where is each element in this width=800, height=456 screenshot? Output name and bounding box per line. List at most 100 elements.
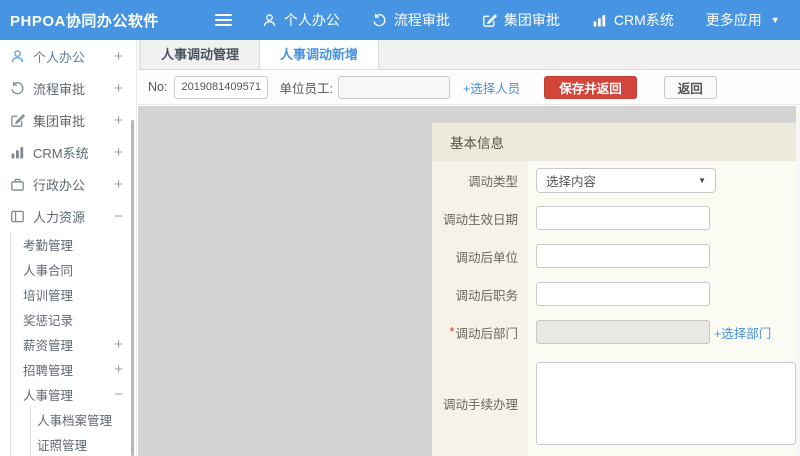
collapse-icon[interactable]: −	[114, 387, 123, 402]
sidebar-item-personal-office[interactable]: 个人办公 +	[0, 40, 136, 72]
nav-group-approval[interactable]: 集团审批	[482, 10, 560, 30]
sidebar-item-label: 集团审批	[33, 111, 85, 130]
select-department-link[interactable]: +选择部门	[714, 323, 771, 342]
edit-square-icon	[482, 13, 497, 28]
app-window: PHPOA协同办公软件 个人办公 流程审批 集团审批 CRM系统 更多应用 ▼	[0, 0, 800, 456]
select-person-link[interactable]: +选择人员	[463, 78, 520, 97]
position-label: 调动后职务	[432, 275, 528, 313]
top-nav-menu: 个人办公 流程审批 集团审批 CRM系统 更多应用 ▼	[262, 10, 780, 30]
type-label: 调动类型	[432, 161, 528, 199]
nav-label: 个人办公	[284, 10, 340, 30]
edit-square-icon	[10, 113, 25, 128]
sidebar-item-label: 培训管理	[23, 285, 73, 304]
sidebar-item-certificates[interactable]: 证照管理	[31, 432, 136, 456]
sidebar: 个人办公 + 流程审批 + 集团审批 + CRM系统 + 行政办公 + 人力资源…	[0, 40, 137, 456]
sidebar-item-salary[interactable]: 薪资管理 +	[11, 332, 136, 357]
new-department-input	[536, 320, 710, 344]
sidebar-item-label: 人事合同	[23, 260, 73, 279]
toolbar: No: 单位员工: +选择人员 保存并返回 返回	[138, 70, 800, 105]
nav-label: 更多应用	[706, 10, 762, 30]
transfer-type-select[interactable]: 选择内容 ▼	[536, 168, 716, 193]
section-title: 基本信息	[432, 123, 796, 161]
top-navbar: PHPOA协同办公软件 个人办公 流程审批 集团审批 CRM系统 更多应用 ▼	[0, 0, 800, 40]
sidebar-item-label: 证照管理	[37, 435, 87, 454]
form-row-position: 调动后职务	[432, 275, 796, 313]
form-row-procedure: 调动手续办理	[432, 351, 796, 456]
nav-label: 集团审批	[504, 10, 560, 30]
employee-input[interactable]	[338, 76, 450, 99]
sidebar-item-attendance[interactable]: 考勤管理	[11, 232, 136, 257]
new-unit-input[interactable]	[536, 244, 710, 268]
unit-label: 调动后单位	[432, 237, 528, 275]
no-input[interactable]	[174, 76, 268, 99]
tab-bar: 人事调动管理 人事调动新增	[138, 40, 800, 70]
procedure-label: 调动手续办理	[432, 351, 528, 456]
sidebar-item-personnel-mgmt[interactable]: 人事管理 −	[11, 382, 136, 407]
expand-icon[interactable]: +	[114, 337, 123, 352]
nav-label: 流程审批	[394, 10, 450, 30]
sidebar-item-label: CRM系统	[33, 143, 89, 162]
sidebar-item-personnel-files[interactable]: 人事档案管理	[31, 407, 136, 432]
required-mark: *	[450, 325, 455, 339]
sidebar-item-training[interactable]: 培训管理	[11, 282, 136, 307]
sidebar-item-admin-office[interactable]: 行政办公 +	[0, 168, 136, 200]
content-area: 基本信息 调动类型 选择内容 ▼ 调动生效日期 调动后单位	[138, 106, 800, 456]
sidebar-item-crm[interactable]: CRM系统 +	[0, 136, 136, 168]
form-panel: 基本信息 调动类型 选择内容 ▼ 调动生效日期 调动后单位	[432, 123, 796, 456]
expand-icon[interactable]: +	[114, 145, 123, 160]
expand-icon[interactable]: +	[114, 362, 123, 377]
tab-transfer-management[interactable]: 人事调动管理	[140, 40, 260, 69]
sidebar-item-label: 行政办公	[33, 175, 85, 194]
procedure-textarea[interactable]	[536, 362, 796, 445]
sidebar-item-label: 薪资管理	[23, 335, 73, 354]
sidebar-item-process-approval[interactable]: 流程审批 +	[0, 72, 136, 104]
collapse-icon[interactable]: −	[114, 209, 123, 224]
sidebar-item-label: 流程审批	[33, 79, 85, 98]
user-icon	[262, 13, 277, 28]
expand-icon[interactable]: +	[114, 49, 123, 64]
department-label: 调动后部门	[455, 323, 518, 342]
nav-more-apps[interactable]: 更多应用 ▼	[706, 10, 780, 30]
select-value: 选择内容	[546, 171, 596, 190]
sidebar-item-label: 考勤管理	[23, 235, 73, 254]
caret-down-icon: ▼	[771, 15, 780, 25]
briefcase-icon	[10, 177, 25, 192]
sidebar-item-label: 人事档案管理	[37, 410, 112, 429]
app-logo: PHPOA协同办公软件	[10, 10, 159, 31]
nav-process-approval[interactable]: 流程审批	[372, 10, 450, 30]
sidebar-item-label: 招聘管理	[23, 360, 73, 379]
nav-crm-system[interactable]: CRM系统	[592, 10, 674, 30]
form-row-type: 调动类型 选择内容 ▼	[432, 161, 796, 199]
nav-label: CRM系统	[614, 10, 674, 30]
sidebar-item-label: 人力资源	[33, 207, 85, 226]
user-icon	[10, 49, 25, 64]
hamburger-icon[interactable]	[215, 14, 232, 26]
form-row-unit: 调动后单位	[432, 237, 796, 275]
expand-icon[interactable]: +	[114, 177, 123, 192]
nav-personal-office[interactable]: 个人办公	[262, 10, 340, 30]
save-and-return-button[interactable]: 保存并返回	[544, 76, 637, 99]
main-area: 人事调动管理 人事调动新增 No: 单位员工: +选择人员 保存并返回 返回 基…	[138, 40, 800, 456]
sidebar-item-recruitment[interactable]: 招聘管理 +	[11, 357, 136, 382]
expand-icon[interactable]: +	[114, 81, 123, 96]
page-scrollbar-track	[796, 106, 800, 456]
sidebar-item-label: 人事管理	[23, 385, 73, 404]
effective-date-input[interactable]	[536, 206, 710, 230]
sidebar-item-rewards[interactable]: 奖惩记录	[11, 307, 136, 332]
no-label: No:	[148, 80, 167, 94]
bar-chart-icon	[10, 145, 25, 160]
back-button[interactable]: 返回	[664, 76, 717, 99]
form-row-department: * 调动后部门 +选择部门	[432, 313, 796, 351]
expand-icon[interactable]: +	[114, 113, 123, 128]
sidebar-item-group-approval[interactable]: 集团审批 +	[0, 104, 136, 136]
new-position-input[interactable]	[536, 282, 710, 306]
sidebar-item-hr[interactable]: 人力资源 −	[0, 200, 136, 232]
book-icon	[10, 209, 25, 224]
sidebar-item-hr-contract[interactable]: 人事合同	[11, 257, 136, 282]
sidebar-item-label: 个人办公	[33, 47, 85, 66]
tab-transfer-new[interactable]: 人事调动新增	[259, 40, 379, 69]
process-icon	[10, 81, 25, 96]
date-label: 调动生效日期	[432, 199, 528, 237]
sidebar-scrollbar[interactable]	[131, 120, 134, 456]
form-row-date: 调动生效日期	[432, 199, 796, 237]
